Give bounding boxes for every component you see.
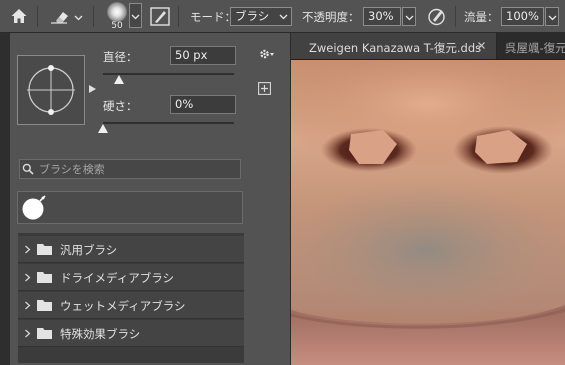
flip-arrow-icon[interactable] (89, 85, 96, 93)
brush-preset-panel: 直径： 50 px 硬さ： 0% 汎用ブラシ (10, 33, 291, 365)
opacity-field[interactable]: 30% (363, 7, 401, 26)
brush-folder-name: ドライメディアブラシ (60, 271, 174, 285)
flow-field[interactable]: 100% (501, 7, 544, 26)
flow-value: 100% (506, 9, 539, 23)
diameter-label: 直径： (103, 50, 138, 64)
hardness-label: 硬さ： (103, 99, 138, 113)
brush-folder-row[interactable]: ドライメディアブラシ (18, 264, 244, 291)
chevron-down-icon (131, 14, 140, 20)
brush-preset-dropdown[interactable] (129, 3, 142, 28)
folder-icon (37, 300, 52, 311)
brush-search-input[interactable] (37, 160, 239, 178)
chevron-down-icon (405, 15, 414, 21)
brush-preview-icon[interactable] (107, 2, 127, 22)
document-tab-bar: Zweigen Kanazawa T-復元.dds 呉屋颯-復元 (291, 33, 565, 60)
tools-panel-edge (0, 33, 10, 365)
diameter-field[interactable]: 50 px (170, 46, 236, 65)
separator (93, 6, 94, 27)
hardness-slider-track[interactable] (103, 122, 234, 124)
canvas-image (291, 60, 565, 365)
brush-folder-row[interactable]: ウェットメディアブラシ (18, 292, 244, 319)
brush-tip-shape-preview[interactable] (17, 55, 85, 125)
chevron-right-icon[interactable] (24, 301, 31, 310)
hardness-value: 0% (175, 97, 194, 111)
search-icon (22, 163, 34, 175)
chevron-down-icon[interactable] (74, 13, 83, 22)
separator (178, 6, 179, 27)
document-canvas[interactable] (291, 60, 565, 365)
chevron-right-icon[interactable] (24, 329, 31, 338)
hardness-slider-knob[interactable] (98, 124, 108, 133)
gear-icon[interactable] (258, 47, 274, 61)
folder-icon (37, 244, 52, 255)
opacity-value: 30% (368, 9, 394, 23)
mode-value: ブラシ (235, 9, 270, 23)
brush-folder-name: 汎用ブラシ (60, 243, 118, 257)
close-icon[interactable] (477, 41, 486, 50)
chevron-right-icon[interactable] (24, 273, 31, 282)
hardness-field[interactable]: 0% (170, 95, 236, 114)
document-tab-title[interactable]: 呉屋颯-復元 (505, 40, 565, 56)
diameter-slider-knob[interactable] (113, 75, 124, 84)
brush-folder-list: 汎用ブラシ ドライメディアブラシ ウェットメディアブラシ 特殊効果ブラシ (18, 233, 244, 363)
separator (37, 6, 38, 27)
home-icon[interactable] (10, 7, 28, 25)
chevron-down-icon (279, 14, 288, 20)
brush-settings-panel-toggle-icon[interactable] (150, 7, 170, 26)
brush-folder-row[interactable]: 汎用ブラシ (18, 236, 244, 263)
chevron-down-icon (548, 15, 557, 21)
separator (455, 6, 456, 27)
brush-folder-name: ウェットメディアブラシ (60, 299, 186, 313)
recent-brushes-box (17, 191, 243, 224)
folder-icon (37, 328, 52, 339)
brush-size-readout: 50 (111, 21, 123, 31)
options-bar: 50 モード： ブラシ 不透明度： 30% 流量： 100% (0, 0, 565, 33)
chevron-right-icon[interactable] (24, 245, 31, 254)
document-tab-active[interactable]: Zweigen Kanazawa T-復元.dds (291, 33, 497, 59)
flow-slider-dropdown[interactable] (545, 7, 559, 26)
pen-pressure-icon[interactable] (427, 7, 446, 26)
brush-folder-name: 特殊効果ブラシ (60, 327, 141, 341)
brush-folder-row[interactable]: 特殊効果ブラシ (18, 320, 244, 347)
diameter-value: 50 px (175, 48, 208, 62)
document-tab-title: Zweigen Kanazawa T-復元.dds (309, 41, 482, 55)
opacity-label: 不透明度： (302, 10, 360, 24)
opacity-slider-dropdown[interactable] (402, 7, 416, 26)
mode-select[interactable]: ブラシ (230, 7, 292, 26)
eraser-icon[interactable] (49, 8, 69, 24)
flow-label: 流量： (464, 10, 499, 24)
new-preset-icon[interactable] (258, 82, 271, 95)
recent-brush-swatch-icon[interactable] (21, 195, 47, 221)
folder-icon (37, 272, 52, 283)
brush-angle-roundness-icon (27, 65, 75, 115)
